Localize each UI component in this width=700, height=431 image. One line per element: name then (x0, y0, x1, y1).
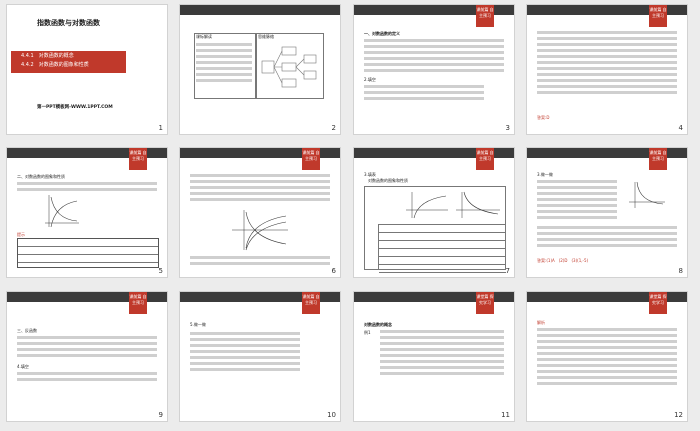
slide-header-bar (180, 5, 340, 15)
slide-number: 10 (327, 411, 336, 419)
slide-number: 9 (158, 411, 163, 419)
section-tag: 课前篇 自主预习 (129, 148, 147, 170)
slide-thumbnail-11[interactable]: 课堂篇 探究学习 对数函数的概念 例1 11 (353, 291, 515, 422)
slide-9-subheading: 4.填空 (17, 364, 29, 369)
section-tag: 课前篇 自主预习 (649, 5, 667, 27)
slide-12-body (537, 328, 677, 388)
slide-8-body-2 (537, 226, 677, 250)
section-tag: 课堂篇 探究学习 (649, 292, 667, 314)
slide-1-subtitle-2: 4.4.2 对数函数的图象和性质 (21, 62, 89, 68)
slide-thumbnail-10[interactable]: 课前篇 自主预习 5.做一做 10 (179, 291, 341, 422)
section-tag: 课前篇 自主预习 (476, 5, 494, 27)
slide-sorter-grid: 指数函数与对数函数 4.4.1 对数函数的概念 4.4.2 对数函数的图象和性质… (0, 0, 700, 431)
slide-11-subheading: 例1 (364, 330, 371, 335)
slide-9-body-2 (17, 372, 157, 384)
slide-11-heading: 对数函数的概念 (364, 322, 392, 327)
slide-number: 8 (678, 267, 683, 275)
slide-8-body (537, 180, 617, 222)
slide-number: 5 (158, 267, 163, 275)
slide-3-heading: 一、对数函数的定义 (364, 31, 400, 36)
slide-5-tip: 提示 (17, 232, 25, 237)
slide-8-answer: 答案:(1)A (2)D (3)(1,-5) (537, 258, 589, 263)
slide-1-title: 指数函数与对数函数 (37, 19, 100, 27)
slide-number: 11 (501, 411, 510, 419)
slide-number: 7 (505, 267, 510, 275)
slide-3-body (364, 39, 504, 75)
slide-7-rows (378, 224, 506, 273)
slide-number: 12 (674, 411, 683, 419)
section-tag: 课前篇 自主预习 (129, 292, 147, 314)
slide-thumbnail-5[interactable]: 课前篇 自主预习 二、对数函数的图象和性质 提示 5 (6, 147, 168, 278)
slide-9-body (17, 336, 157, 360)
slide-7-heading: 3.填表 (364, 172, 376, 177)
slide-12-heading: 解析 (537, 320, 545, 325)
slide-5-table (17, 238, 159, 268)
slide-number: 2 (331, 124, 336, 132)
slide-5-graph (45, 195, 79, 228)
slide-thumbnail-7[interactable]: 课前篇 自主预习 3.填表 对数函数的图象和性质 7 (353, 147, 515, 278)
section-tag: 课前篇 自主预习 (302, 292, 320, 314)
slide-6-tip (190, 256, 330, 268)
slide-11-body (380, 330, 504, 378)
slide-2-right-head: 思维脉络 (258, 34, 274, 39)
slide-8-graph (629, 181, 665, 208)
slide-thumbnail-2[interactable]: 课标解读 思维脉络 2 (179, 4, 341, 135)
slide-2-left-text (196, 43, 252, 85)
slide-thumbnail-4[interactable]: 课前篇 自主预习 答案:D 4 (526, 4, 688, 135)
slide-number: 3 (505, 124, 510, 132)
slide-thumbnail-6[interactable]: 课前篇 自主预习 6 (179, 147, 341, 278)
slide-6-graph (232, 210, 288, 251)
slide-5-body (17, 182, 157, 194)
slide-1-site: 第一PPT模板网-WWW.1PPT.COM (37, 105, 113, 110)
slide-number: 1 (158, 124, 163, 132)
slide-3-subheading: 2.填空 (364, 77, 376, 82)
slide-8-heading: 3.做一做 (537, 172, 553, 177)
section-tag: 课前篇 自主预习 (649, 148, 667, 170)
slide-thumbnail-8[interactable]: 课前篇 自主预习 3.做一做 答案:(1)A (2)D (3)(1,-5) 8 (526, 147, 688, 278)
slide-number: 4 (678, 124, 683, 132)
slide-10-heading: 5.做一做 (190, 322, 206, 327)
slide-thumbnail-9[interactable]: 课前篇 自主预习 三、反函数 4.填空 9 (6, 291, 168, 422)
slide-1-subtitle-1: 4.4.1 对数函数的概念 (21, 53, 74, 59)
section-tag: 课前篇 自主预习 (476, 148, 494, 170)
slide-4-body (537, 31, 677, 97)
slide-thumbnail-12[interactable]: 课堂篇 探究学习 解析 12 (526, 291, 688, 422)
slide-7-table-graphs (406, 191, 500, 219)
slide-9-heading: 三、反函数 (17, 328, 37, 333)
slide-2-left-head: 课标解读 (196, 34, 212, 39)
slide-2-mind-map (261, 46, 317, 88)
slide-4-answer: 答案:D (537, 115, 550, 120)
slide-7-subheading: 对数函数的图象和性质 (368, 178, 408, 183)
section-tag: 课堂篇 探究学习 (476, 292, 494, 314)
slide-6-body (190, 174, 330, 204)
slide-10-body (190, 332, 300, 374)
slide-3-body-2 (364, 85, 484, 103)
section-tag: 课前篇 自主预习 (302, 148, 320, 170)
slide-5-heading: 二、对数函数的图象和性质 (17, 174, 65, 179)
slide-number: 6 (331, 267, 336, 275)
slide-thumbnail-3[interactable]: 课前篇 自主预习 一、对数函数的定义 2.填空 3 (353, 4, 515, 135)
slide-thumbnail-1[interactable]: 指数函数与对数函数 4.4.1 对数函数的概念 4.4.2 对数函数的图象和性质… (6, 4, 168, 135)
